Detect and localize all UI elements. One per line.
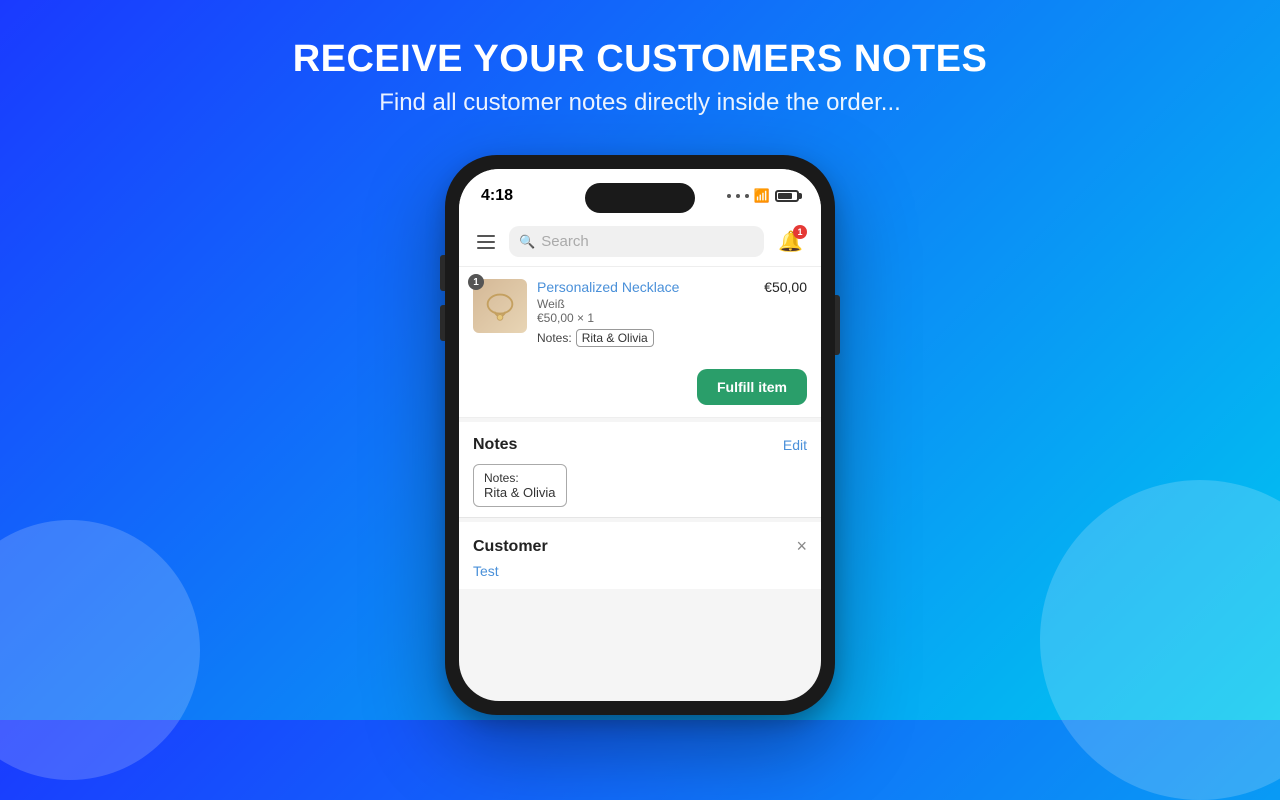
battery-icon <box>775 190 799 202</box>
customer-header: Customer × <box>473 536 807 557</box>
edit-button[interactable]: Edit <box>783 437 807 453</box>
bg-circle-right <box>1040 480 1280 800</box>
close-button[interactable]: × <box>796 536 807 557</box>
status-bar: 4:18 📶 <box>459 169 821 217</box>
hamburger-line-3 <box>477 247 495 249</box>
fulfill-button[interactable]: Fulfill item <box>697 369 807 405</box>
item-details: Personalized Necklace Weiß €50,00 × 1 No… <box>537 279 754 347</box>
hamburger-button[interactable] <box>473 231 499 253</box>
notes-section: Notes Edit Notes: Rita & Olivia <box>459 422 821 517</box>
hamburger-line-2 <box>477 241 495 243</box>
item-badge: 1 <box>468 274 484 290</box>
order-section: 1 Personalized Necklace Weiß €50,00 <box>459 267 821 359</box>
item-notes-line: Notes: Rita & Olivia <box>537 329 754 347</box>
item-price-line: €50,00 × 1 <box>537 311 754 325</box>
fulfill-area: Fulfill item <box>459 359 821 418</box>
app-topbar: 🔍 Search 🔔 1 <box>459 217 821 267</box>
main-title: RECEIVE YOUR CUSTOMERS NOTES <box>0 38 1280 81</box>
notes-header: Notes Edit <box>473 436 807 454</box>
notes-content-label: Notes: <box>484 471 556 485</box>
bg-circle-left <box>0 520 200 780</box>
search-box[interactable]: 🔍 Search <box>509 226 764 257</box>
search-icon: 🔍 <box>519 234 535 250</box>
status-icons: 📶 <box>727 188 799 204</box>
item-image-wrap: 1 <box>473 279 527 333</box>
phone-screen: 4:18 📶 <box>459 169 821 701</box>
status-notch <box>585 183 695 213</box>
status-time: 4:18 <box>481 187 513 205</box>
hamburger-line-1 <box>477 235 495 237</box>
item-title: Personalized Necklace <box>537 279 754 295</box>
order-item: 1 Personalized Necklace Weiß €50,00 <box>473 279 807 347</box>
customer-name: Test <box>473 563 807 579</box>
item-variant: Weiß <box>537 297 754 311</box>
phone-wrapper: 4:18 📶 <box>445 155 835 715</box>
battery-fill <box>778 193 792 199</box>
sub-title: Find all customer notes directly inside … <box>0 89 1280 117</box>
item-notes-label: Notes: <box>537 331 572 345</box>
search-placeholder: Search <box>541 233 589 250</box>
phone: 4:18 📶 <box>445 155 835 715</box>
item-price: €50,00 <box>764 279 807 295</box>
dot-icon-1 <box>727 194 731 198</box>
bell-badge: 1 <box>793 225 807 239</box>
wifi-icon: 📶 <box>754 188 770 204</box>
customer-title: Customer <box>473 538 548 556</box>
notes-content-box: Notes: Rita & Olivia <box>473 464 567 507</box>
notes-content-value: Rita & Olivia <box>484 485 556 500</box>
dot-icon-2 <box>736 194 740 198</box>
customer-section: Customer × Test <box>459 522 821 589</box>
notes-section-title: Notes <box>473 436 517 454</box>
item-notes-value: Rita & Olivia <box>576 329 654 347</box>
dot-icon-3 <box>745 194 749 198</box>
necklace-svg <box>481 287 519 325</box>
bell-button[interactable]: 🔔 1 <box>774 225 807 258</box>
section-divider <box>459 517 821 518</box>
header-area: RECEIVE YOUR CUSTOMERS NOTES Find all cu… <box>0 0 1280 117</box>
